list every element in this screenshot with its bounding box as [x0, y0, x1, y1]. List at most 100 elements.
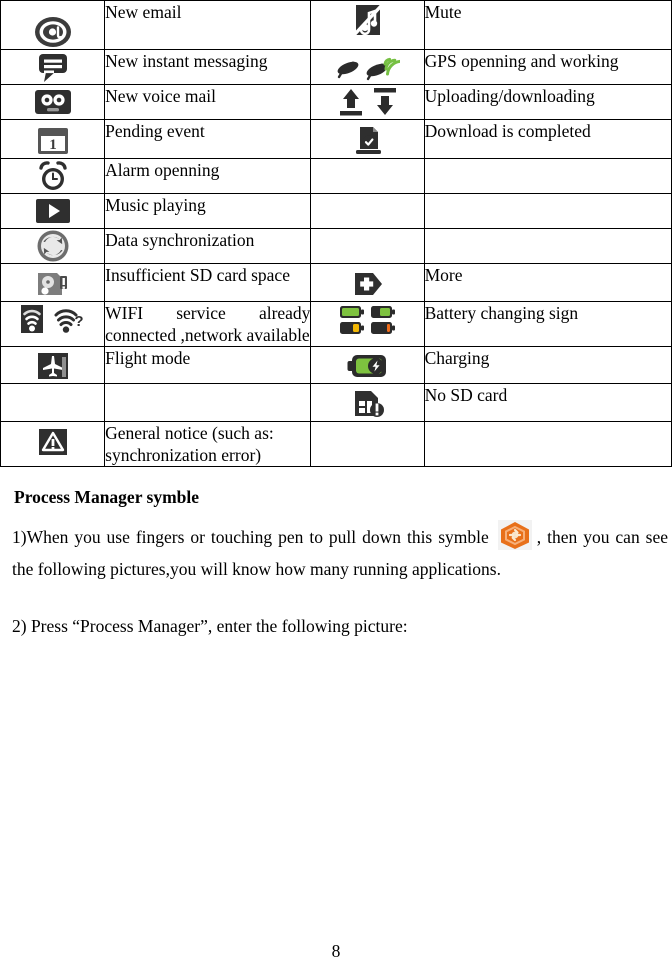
more-plus-icon: [354, 273, 382, 295]
table-row: No SD card: [0, 383, 672, 423]
label-cell-insufficient-sd: Insufficient SD card space: [104, 263, 312, 302]
row-label: Flight mode: [105, 348, 191, 369]
icon-cell-download-completed: [310, 119, 425, 159]
icon-cell-empty-11: [0, 383, 106, 423]
label-cell-download-completed: Download is completed: [423, 119, 672, 159]
battery-low-icon: [371, 322, 396, 334]
label-cell-new-email: New email: [104, 0, 312, 50]
row-label: Music playing: [105, 195, 206, 215]
calendar-event-icon: 1: [37, 128, 68, 154]
table-row: General notice (such as: synchronization…: [0, 421, 672, 468]
process-manager-hexagon-icon[interactable]: [495, 520, 535, 556]
row-label: GPS openning and working: [424, 51, 619, 71]
process-manager-step-2: 2) Press “Process Manager”, enter the fo…: [12, 615, 408, 636]
page-number: 8: [331, 941, 341, 961]
row-label: WIFI service already connected ,network …: [105, 303, 311, 346]
icon-cell-new-email: [0, 0, 106, 50]
at-sign-email-icon: [34, 17, 71, 47]
table-row: Music playing: [0, 193, 672, 229]
battery-full-icon: [340, 306, 365, 318]
row-label: Pending event: [105, 121, 205, 141]
voicemail-tape-icon: [34, 90, 71, 114]
upload-arrow-icon: [339, 89, 362, 116]
icon-cell-flight-mode: [0, 346, 106, 385]
icon-cell-uploading-downloading: [310, 84, 425, 120]
label-cell-empty-12: [423, 421, 672, 468]
data-sync-icon: [37, 230, 69, 262]
row-label: Mute: [424, 2, 462, 22]
label-cell-empty-11: [104, 383, 312, 423]
icon-cell-empty-12: [310, 421, 425, 468]
icon-cell-music-playing: [0, 193, 106, 229]
row-label: Battery changing sign: [424, 303, 579, 323]
row-label: More: [424, 265, 463, 285]
row-label: Uploading/downloading: [424, 86, 595, 106]
table-row: Flight mode Charging: [0, 346, 672, 385]
row-label: Insufficient SD card space: [105, 265, 290, 285]
label-cell-charging: Charging: [423, 346, 672, 385]
icon-cell-empty-5: [310, 158, 425, 194]
icon-cell-insufficient-sd: [0, 263, 106, 302]
table-row: New instant messaging GPS openning and w…: [0, 49, 672, 85]
table-row: Insufficient SD card space More: [0, 263, 672, 302]
flight-mode-icon: [37, 353, 68, 380]
svg-text:?: ?: [74, 313, 83, 330]
row-label: Data synchronization: [105, 230, 255, 250]
icon-cell-charging: [310, 346, 425, 385]
battery-high-icon: [371, 306, 396, 318]
label-cell-new-instant-messaging: New instant messaging: [104, 49, 312, 85]
label-cell-battery-levels: Battery changing sign: [423, 300, 672, 348]
alarm-clock-icon: [38, 161, 67, 190]
wifi-available-question-icon: ?: [54, 309, 83, 333]
icon-cell-pending-event: 1: [0, 119, 106, 159]
label-cell-empty-5: [423, 158, 672, 194]
label-cell-mute: Mute: [423, 0, 672, 50]
row-label: New email: [105, 2, 182, 22]
label-cell-new-voice-mail: New voice mail: [104, 84, 312, 120]
label-cell-empty-6: [423, 193, 672, 229]
icon-cell-more: [310, 263, 425, 302]
label-cell-more: More: [423, 263, 672, 302]
table-row: New voice mail Uploading/downloading: [0, 84, 672, 120]
row-label: Alarm openning: [105, 160, 220, 180]
download-complete-icon: [355, 127, 381, 154]
row-label: New voice mail: [105, 86, 216, 106]
process-manager-step-1: 1)When you use fingers or touching pen t…: [12, 520, 668, 581]
label-cell-general-notice: General notice (such as: synchronization…: [104, 421, 312, 468]
sd-card-warning-icon: [37, 273, 67, 295]
icon-cell-new-instant-messaging: [0, 49, 106, 85]
wifi-connected-icon: [20, 305, 43, 333]
label-cell-no-sd-card: No SD card: [423, 383, 672, 423]
process-manager-section: Process Manager symble 1)When you use fi…: [0, 487, 672, 637]
label-cell-uploading-downloading: Uploading/downloading: [423, 84, 672, 120]
download-arrow-icon: [373, 88, 396, 115]
step-1-text-before-icon: 1)When you use fingers or touching pen t…: [12, 527, 489, 548]
icon-cell-general-notice: [0, 421, 106, 468]
table-row: Data synchronization: [0, 228, 672, 264]
row-label: Charging: [424, 348, 490, 369]
mute-icon: [353, 4, 382, 36]
icon-cell-no-sd-card: [310, 383, 425, 423]
svg-text:1: 1: [49, 137, 57, 153]
label-cell-flight-mode: Flight mode: [104, 346, 312, 385]
table-row: ? WIFI service already connected ,networ…: [0, 300, 672, 348]
label-cell-music-playing: Music playing: [104, 193, 312, 229]
table-row: Alarm openning: [0, 158, 672, 194]
general-notice-icon: [38, 429, 67, 456]
icon-cell-battery-levels: [310, 300, 425, 348]
label-cell-data-sync: Data synchronization: [104, 228, 312, 264]
section-title: Process Manager symble: [14, 487, 200, 508]
table-row: 1 Pending event Download is completed: [0, 119, 672, 159]
row-label: General notice (such as: synchronization…: [105, 423, 274, 466]
row-label: New instant messaging: [105, 51, 268, 71]
table-row: New email Mute: [0, 0, 672, 50]
icon-cell-mute: [310, 0, 425, 50]
icon-cell-wifi: ?: [0, 300, 106, 348]
icon-cell-empty-6: [310, 193, 425, 229]
label-cell-empty-7: [423, 228, 672, 264]
icon-cell-data-sync: [0, 228, 106, 264]
icon-cell-gps: [310, 49, 425, 85]
battery-medium-icon: [340, 322, 365, 334]
icon-cell-new-voice-mail: [0, 84, 106, 120]
battery-charging-icon: [347, 355, 386, 378]
